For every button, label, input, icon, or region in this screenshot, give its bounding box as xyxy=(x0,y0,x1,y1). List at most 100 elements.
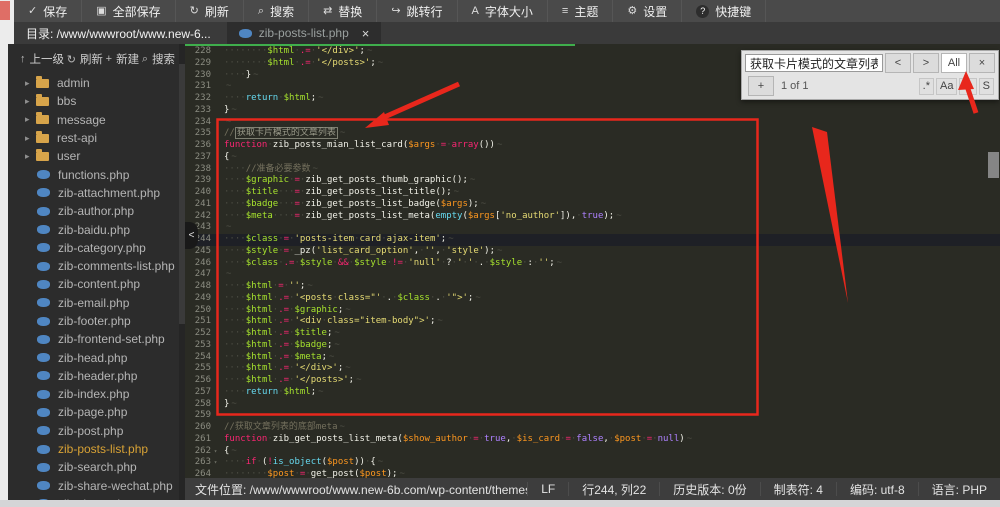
folder-name: bbs xyxy=(57,94,76,108)
sidebar-item-zib-category.php[interactable]: zib-category.php xyxy=(8,239,185,257)
sidebar-action-search[interactable]: ⌕搜索 xyxy=(142,51,175,67)
folder-icon xyxy=(36,97,49,106)
sidebar-action-new[interactable]: +新建 xyxy=(106,51,139,67)
chevron-right-icon: ▸ xyxy=(25,96,36,107)
toolbar-button-goto-line[interactable]: ↪跳转行 xyxy=(377,0,457,22)
regex-toggle[interactable]: .* xyxy=(919,78,934,95)
toolbar-button-label: 快捷键 xyxy=(715,3,751,20)
sidebar-action-up-level[interactable]: ↑上一级 xyxy=(20,51,64,67)
sidebar-item-zib-posts-list.php[interactable]: zib-posts-list.php xyxy=(8,440,185,458)
sidebar-item-zib-head.php[interactable]: zib-head.php xyxy=(8,348,185,366)
find-previous-button[interactable]: < xyxy=(885,53,911,73)
line-number: 257 xyxy=(185,387,211,399)
selection-toggle[interactable]: S xyxy=(979,78,994,95)
code-text: ····$html·.=·'<posts·class="'·.·$class·.… xyxy=(224,293,481,305)
code-line: 237{~ xyxy=(185,152,1000,164)
sidebar-action-label: 刷新 xyxy=(80,51,103,67)
sidebar-item-zib-baidu.php[interactable]: zib-baidu.php xyxy=(8,220,185,238)
find-next-button[interactable]: > xyxy=(913,53,939,73)
code-line: 259~ xyxy=(185,410,1000,422)
code-text: ····$html·.=·'</posts>';~ xyxy=(224,375,362,387)
sidebar-item-zib-page.php[interactable]: zib-page.php xyxy=(8,403,185,421)
sidebar-item-zib-attachment.php[interactable]: zib-attachment.php xyxy=(8,184,185,202)
toolbar-button-font-size[interactable]: A字体大小 xyxy=(458,0,548,22)
sidebar-item-zib-author.php[interactable]: zib-author.php xyxy=(8,202,185,220)
toolbar-button-save-all[interactable]: ▣全部保存 xyxy=(82,0,175,22)
code-text: ····}~ xyxy=(224,70,259,82)
toolbar-button-replace[interactable]: ⇄替换 xyxy=(309,0,377,22)
file-name: zib-search.php xyxy=(58,460,137,474)
code-area[interactable]: 228········$html·.=·'</div>';~229·······… xyxy=(185,46,1000,478)
status-eol: LF xyxy=(527,482,568,496)
code-line: 242····$meta····=·zib_get_posts_list_met… xyxy=(185,211,1000,223)
line-number: 256 xyxy=(185,375,211,387)
theme-icon: ≡ xyxy=(562,6,568,17)
find-all-button[interactable]: All xyxy=(941,53,967,73)
tab-close-icon[interactable]: × xyxy=(362,26,370,41)
code-text: ········$post·=·get_post($post);~ xyxy=(224,469,405,478)
sidebar-item-zib-post.php[interactable]: zib-post.php xyxy=(8,422,185,440)
sidebar-item-zib-index.php[interactable]: zib-index.php xyxy=(8,385,185,403)
word-toggle[interactable]: \b xyxy=(959,78,976,95)
toolbar-button-label: 跳转行 xyxy=(407,3,443,20)
chevron-right-icon: ▸ xyxy=(25,151,36,162)
file-name: zib-posts-list.php xyxy=(58,442,148,456)
php-file-icon xyxy=(239,29,252,38)
tab-zib-posts-list[interactable]: zib-posts-list.php × xyxy=(227,22,382,44)
sidebar-folder-admin[interactable]: ▸admin xyxy=(8,74,185,92)
toolbar-button-shortcuts[interactable]: ?快捷键 xyxy=(682,0,766,22)
status-bar: 文件位置: /www/wwwroot/www.new-6b.com/wp-con… xyxy=(185,478,1000,500)
toolbar-button-theme[interactable]: ≡主题 xyxy=(548,0,613,22)
code-line: 240····$title···=·zib_get_posts_list_tit… xyxy=(185,187,1000,199)
eol-mark: ~ xyxy=(313,164,318,174)
search-close-icon[interactable]: × xyxy=(969,53,995,73)
toolbar-button-settings[interactable]: ⚙设置 xyxy=(613,0,682,22)
sidebar-item-zib-frontend-set.php[interactable]: zib-frontend-set.php xyxy=(8,330,185,348)
eol-mark: ~ xyxy=(497,140,502,150)
eol-mark: ~ xyxy=(226,269,231,279)
sidebar-collapse-button[interactable]: < xyxy=(185,222,198,249)
sidebar-item-zib-search.php[interactable]: zib-search.php xyxy=(8,458,185,476)
line-number: 236 xyxy=(185,140,211,152)
eol-mark: ~ xyxy=(687,434,692,444)
code-text: ····return·$html;~ xyxy=(224,387,324,399)
gear-icon: ⚙ xyxy=(627,6,637,17)
toolbar-button-save[interactable]: ✓ 保存 xyxy=(14,0,82,22)
sidebar-item-zib-footer.php[interactable]: zib-footer.php xyxy=(8,312,185,330)
sidebar-item-zib-email.php[interactable]: zib-email.php xyxy=(8,294,185,312)
sidebar-item-zib-content.php[interactable]: zib-content.php xyxy=(8,275,185,293)
sidebar-item-zib-comments-list.php[interactable]: zib-comments-list.php xyxy=(8,257,185,275)
toolbar-button-refresh[interactable]: ↻刷新 xyxy=(176,0,244,22)
eol-mark: ~ xyxy=(399,469,404,478)
search-input[interactable] xyxy=(745,54,883,72)
folder-icon xyxy=(36,115,49,124)
sidebar-folder-message[interactable]: ▸message xyxy=(8,111,185,129)
sidebar-folder-rest-api[interactable]: ▸rest-api xyxy=(8,129,185,147)
file-tree: ▸admin ▸ bbs ▸message▸rest-api▸userfunction… xyxy=(8,74,185,507)
toolbar-button-search[interactable]: ⌕搜索 xyxy=(244,0,309,22)
check-icon: ✓ xyxy=(28,6,37,17)
case-toggle[interactable]: Aa xyxy=(936,78,957,95)
sidebar-action-refresh[interactable]: ↻刷新 xyxy=(67,51,103,67)
status-tab-size: 制表符: 4 xyxy=(760,482,836,496)
sidebar-folder-bbs[interactable]: ▸ bbs xyxy=(8,92,185,110)
toolbar-button-label: 字体大小 xyxy=(485,3,533,20)
toolbar-button-label: 保存 xyxy=(43,3,67,20)
sidebar-item-zib-share-wechat.php[interactable]: zib-share-wechat.php xyxy=(8,477,185,495)
search-add-button[interactable]: + xyxy=(748,76,774,96)
line-number: 246 xyxy=(185,258,211,270)
php-file-icon xyxy=(37,335,50,344)
sidebar-item-functions.php[interactable]: functions.php xyxy=(8,165,185,183)
editor-scrollbar-thumb[interactable] xyxy=(988,152,999,178)
page-bottom-strip xyxy=(0,500,1000,507)
file-name: zib-post.php xyxy=(58,424,123,438)
code-text: ····$html·.=·$meta;~ xyxy=(224,352,334,364)
sidebar-item-zib-header.php[interactable]: zib-header.php xyxy=(8,367,185,385)
line-number: 260 xyxy=(185,422,211,434)
sidebar-toolbar: ↑上一级↻刷新+新建⌕搜索 xyxy=(8,44,185,71)
code-editor[interactable]: 228········$html·.=·'</div>';~229·······… xyxy=(185,44,1000,478)
eol-mark: ~ xyxy=(454,187,459,197)
code-text: ····$style·=·_pz('list_card_option',·'',… xyxy=(224,246,502,258)
sidebar-folder-user[interactable]: ▸user xyxy=(8,147,185,165)
eol-mark: ~ xyxy=(345,305,350,315)
